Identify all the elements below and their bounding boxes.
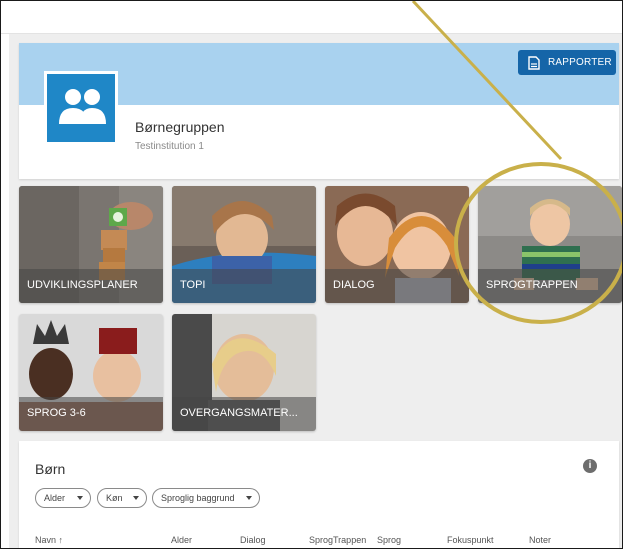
tile-label: SPROGTRAPPEN bbox=[478, 269, 622, 303]
document-icon bbox=[528, 56, 540, 70]
report-button-label: RAPPORTER bbox=[548, 57, 612, 68]
tile-overgangsmateriale[interactable]: OVERGANGSMATER... bbox=[172, 314, 316, 431]
children-title: Børn bbox=[35, 461, 66, 477]
column-header-sprog[interactable]: Sprog bbox=[377, 535, 401, 545]
tile-sprog-3-6[interactable]: SPROG 3-6 bbox=[19, 314, 163, 431]
tile-label: OVERGANGSMATER... bbox=[172, 397, 316, 431]
chevron-down-icon bbox=[133, 496, 139, 500]
children-card: Børn i Alder Køn Sproglig baggrund Navn … bbox=[19, 441, 619, 548]
app-window: Børnegruppen Testinstitution 1 RAPPORTER bbox=[0, 0, 623, 549]
column-header-fokuspunkt[interactable]: Fokuspunkt bbox=[447, 535, 494, 545]
tile-label: UDVIKLINGSPLANER bbox=[19, 269, 163, 303]
column-header-noter[interactable]: Noter bbox=[529, 535, 551, 545]
tile-label: TOPI bbox=[172, 269, 316, 303]
filter-label: Køn bbox=[106, 493, 123, 503]
tile-sprogtrappen[interactable]: SPROGTRAPPEN bbox=[478, 186, 622, 303]
column-header-dialog[interactable]: Dialog bbox=[240, 535, 266, 545]
tile-label: DIALOG bbox=[325, 269, 469, 303]
info-icon[interactable]: i bbox=[583, 459, 597, 473]
column-header-sprogtrappen[interactable]: SprogTrappen bbox=[309, 535, 366, 545]
main-content: Børnegruppen Testinstitution 1 RAPPORTER bbox=[9, 34, 622, 548]
group-title: Børnegruppen bbox=[135, 119, 225, 135]
filter-alder[interactable]: Alder bbox=[35, 488, 91, 508]
institution-name: Testinstitution 1 bbox=[135, 141, 204, 152]
group-header-card: Børnegruppen Testinstitution 1 RAPPORTER bbox=[19, 43, 619, 179]
filter-kon[interactable]: Køn bbox=[97, 488, 147, 508]
tile-udviklingsplaner[interactable]: UDVIKLINGSPLANER bbox=[19, 186, 163, 303]
tile-label: SPROG 3-6 bbox=[19, 397, 163, 431]
group-avatar bbox=[44, 71, 118, 145]
chevron-down-icon bbox=[246, 496, 252, 500]
tile-dialog[interactable]: DIALOG bbox=[325, 186, 469, 303]
report-button[interactable]: RAPPORTER bbox=[518, 50, 616, 75]
tile-topi[interactable]: TOPI bbox=[172, 186, 316, 303]
top-bar bbox=[1, 1, 622, 34]
chevron-down-icon bbox=[77, 496, 83, 500]
filter-sproglig-baggrund[interactable]: Sproglig baggrund bbox=[152, 488, 260, 508]
filter-label: Alder bbox=[44, 493, 66, 503]
column-header-alder[interactable]: Alder bbox=[171, 535, 192, 545]
people-group-icon bbox=[59, 89, 106, 124]
column-header-navn[interactable]: Navn ↑ bbox=[35, 535, 63, 545]
filter-label: Sproglig baggrund bbox=[161, 493, 235, 503]
